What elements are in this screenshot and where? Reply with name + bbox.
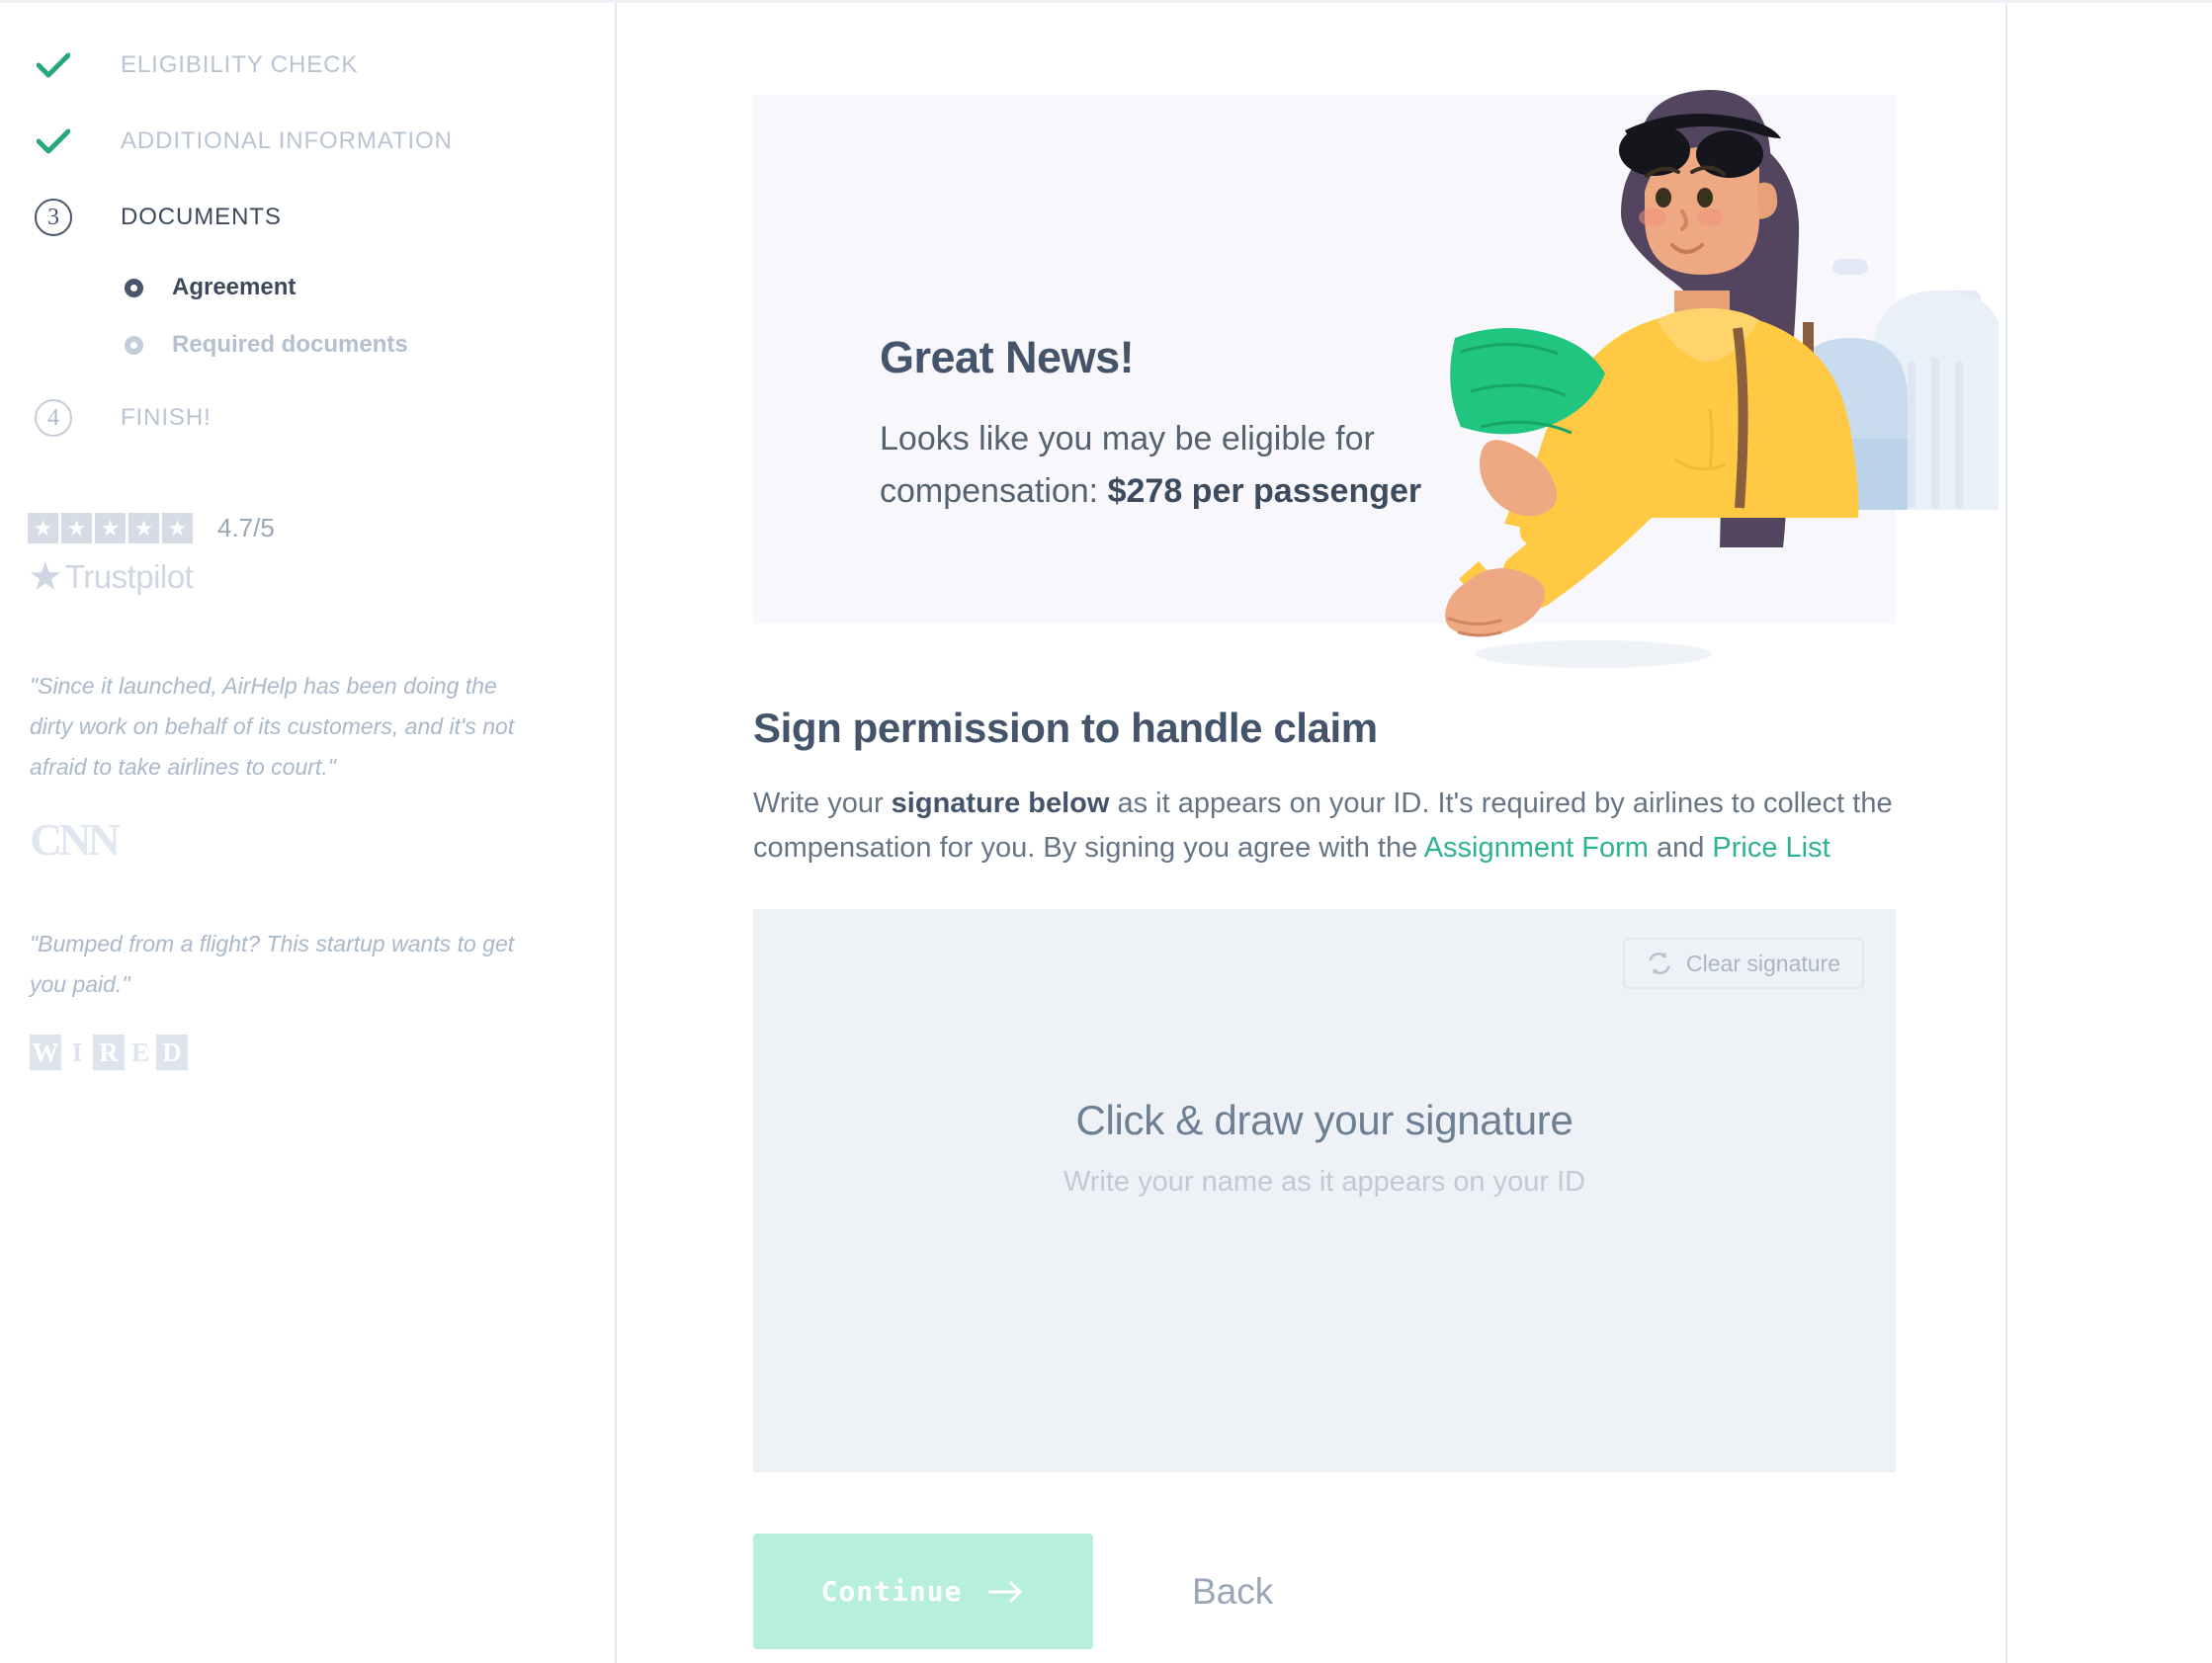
- sidebar-step-label: FINISH!: [121, 403, 212, 431]
- sidebar-step-additional-information[interactable]: ADDITIONAL INFORMATION: [30, 103, 615, 179]
- signature-placeholder-main: Click & draw your signature: [1075, 1097, 1574, 1143]
- clear-signature-button[interactable]: Clear signature: [1623, 938, 1864, 989]
- trustpilot-rating[interactable]: ★ ★ ★ ★ ★ 4.7/5 ★ Trustpilot: [28, 513, 615, 597]
- wired-letter: E: [130, 1037, 149, 1067]
- sidebar-step-documents[interactable]: 3 DOCUMENTS: [30, 179, 615, 255]
- sign-permission-section: Sign permission to handle claim Write yo…: [753, 705, 1900, 871]
- continue-button[interactable]: Continue: [753, 1534, 1093, 1649]
- desc-bold-signature-below: signature below: [891, 788, 1110, 819]
- assignment-form-link[interactable]: Assignment Form: [1424, 832, 1649, 864]
- eligibility-banner: Great News! Looks like you may be eligib…: [753, 90, 1999, 668]
- bullet-ring-icon: [125, 335, 143, 355]
- page-title: Sign permission to handle claim: [753, 705, 1378, 751]
- wired-logo: W I R E D: [30, 1035, 524, 1070]
- bullet-ring-icon: [125, 278, 143, 297]
- compensation-amount: $278 per passenger: [1107, 472, 1422, 510]
- desc-part-1: Write your: [753, 788, 892, 819]
- refresh-icon: [1649, 952, 1670, 975]
- step-marker: 4: [30, 398, 77, 437]
- star-glyph: ★: [167, 515, 188, 540]
- section-description: Write your signature below as it appears…: [753, 782, 1900, 871]
- signature-canvas[interactable]: Clear signature Click & draw your signat…: [753, 909, 1896, 1472]
- signature-placeholder: Click & draw your signature Write your n…: [753, 1097, 1896, 1199]
- rating-value: 4.7/5: [217, 513, 275, 542]
- star-glyph: ★: [100, 515, 121, 540]
- progress-sidebar: ELIGIBILITY CHECK ADDITIONAL INFORMATION…: [0, 3, 617, 1663]
- desc-part-3: and: [1648, 832, 1713, 864]
- wired-letter: R: [93, 1035, 125, 1070]
- quote-text: "Since it launched, AirHelp has been doi…: [30, 673, 515, 780]
- price-list-link[interactable]: Price List: [1712, 832, 1829, 864]
- step-number-badge: 4: [35, 398, 72, 437]
- form-actions: Continue Back: [753, 1534, 1273, 1649]
- sidebar-substep-agreement[interactable]: Agreement: [125, 259, 615, 316]
- step-marker: 3: [30, 198, 77, 236]
- press-quote-cnn: "Since it launched, AirHelp has been doi…: [30, 666, 524, 863]
- wired-letter: W: [30, 1035, 61, 1070]
- check-icon: [37, 128, 70, 153]
- sidebar-step-label: ADDITIONAL INFORMATION: [121, 126, 453, 154]
- step-number-badge: 3: [35, 198, 72, 236]
- star-rating: ★ ★ ★ ★ ★ 4.7/5: [28, 513, 615, 543]
- wired-letter: I: [71, 1037, 83, 1067]
- back-button[interactable]: Back: [1192, 1571, 1273, 1613]
- cnn-logo: CNN: [30, 814, 121, 865]
- sidebar-step-finish[interactable]: 4 FINISH!: [30, 379, 615, 456]
- quote-text: "Bumped from a flight? This startup want…: [30, 931, 515, 997]
- substep-label: Required documents: [172, 331, 408, 358]
- substep-list: Agreement Required documents: [30, 259, 615, 374]
- star-icon: ★: [95, 513, 126, 543]
- sidebar-step-label: ELIGIBILITY CHECK: [121, 50, 359, 78]
- trustpilot-wordmark: Trustpilot: [64, 558, 194, 595]
- banner-title: Great News!: [880, 332, 1135, 382]
- sidebar-step-eligibility-check[interactable]: ELIGIBILITY CHECK: [30, 27, 615, 103]
- star-icon: ★: [128, 513, 159, 543]
- wired-letter: D: [156, 1035, 188, 1070]
- banner-subtitle: Looks like you may be eligible for compe…: [880, 413, 1473, 518]
- star-icon: ★: [28, 513, 58, 543]
- trustpilot-star-icon: ★: [28, 555, 63, 599]
- substep-label: Agreement: [172, 274, 297, 300]
- star-icon: ★: [162, 513, 193, 543]
- star-glyph: ★: [66, 515, 87, 540]
- woman-holding-cash-illustration: [1445, 90, 1999, 668]
- star-icon: ★: [61, 513, 92, 543]
- sidebar-substep-required-documents[interactable]: Required documents: [125, 316, 615, 374]
- signature-step-page: ELIGIBILITY CHECK ADDITIONAL INFORMATION…: [0, 0, 2212, 1663]
- star-glyph: ★: [133, 515, 154, 540]
- continue-label: Continue: [820, 1575, 963, 1608]
- main-content: Great News! Looks like you may be eligib…: [619, 3, 2007, 1663]
- check-icon: [37, 52, 70, 77]
- signature-placeholder-sub: Write your name as it appears on your ID: [1063, 1166, 1586, 1198]
- banner-copy: Great News! Looks like you may be eligib…: [880, 332, 1473, 518]
- step-marker: [30, 52, 77, 78]
- step-marker: [30, 128, 77, 154]
- clear-signature-label: Clear signature: [1686, 950, 1840, 976]
- step-list: ELIGIBILITY CHECK ADDITIONAL INFORMATION…: [0, 3, 615, 456]
- sidebar-step-label: DOCUMENTS: [121, 203, 282, 230]
- trustpilot-logo: ★ Trustpilot: [28, 557, 615, 597]
- press-quote-wired: "Bumped from a flight? This startup want…: [30, 924, 524, 1070]
- star-glyph: ★: [33, 515, 53, 540]
- arrow-right-icon: [987, 1581, 1022, 1602]
